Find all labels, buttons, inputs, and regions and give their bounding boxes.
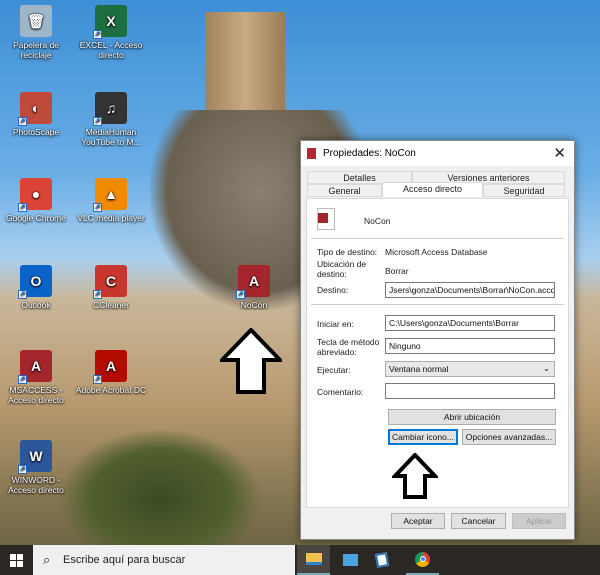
taskbar-search[interactable]: ⌕ Escribe aquí para buscar [33, 545, 295, 575]
tab-acceso-directo[interactable]: Acceso directo [382, 182, 483, 197]
solitaire-icon[interactable] [365, 545, 398, 575]
shortcut-arrow-icon: ↗ [93, 117, 102, 126]
file-explorer-icon[interactable] [297, 545, 330, 575]
shortcut-file-icon [317, 208, 335, 230]
shortcut-arrow-icon: ↗ [93, 375, 102, 384]
app-icon: A ↗ [18, 350, 52, 384]
shortcut-arrow-icon: ↗ [93, 290, 102, 299]
app-icon: C ↗ [93, 265, 127, 299]
desktop-icon-label: Google Chrome [5, 213, 66, 223]
shortcut-arrow-icon: ↗ [93, 30, 102, 39]
desktop-icon[interactable]: C ↗ CCleaner [75, 265, 147, 310]
desktop-icon[interactable]: ● ↗ Google Chrome [0, 178, 72, 223]
search-placeholder: Escribe aquí para buscar [63, 554, 186, 566]
app-icon: W ↗ [18, 440, 52, 474]
desktop-icon-label: VLC media player [77, 213, 145, 223]
close-icon[interactable]: ✕ [553, 144, 566, 162]
app-icon: ◐ ↗ [18, 92, 52, 126]
aplicar-button: Aplicar [512, 513, 566, 529]
cancelar-button[interactable]: Cancelar [451, 513, 506, 529]
app-icon: ▲ ↗ [93, 178, 127, 212]
properties-dialog: Propiedades: NoCon ✕ Detalles Versiones … [300, 140, 575, 540]
iniciar-input[interactable]: C:\Users\gonza\Documents\Borrar [385, 315, 555, 331]
iniciar-label: Iniciar en: [317, 319, 354, 329]
desktop-icon[interactable]: A ↗ Adobe Acrobat DC [75, 350, 147, 395]
desktop-icon[interactable]: O ↗ Outlook [0, 265, 72, 310]
tab-general[interactable]: General [307, 184, 382, 197]
app-icon: ● ↗ [18, 178, 52, 212]
aceptar-button[interactable]: Aceptar [391, 513, 445, 529]
desktop-icon[interactable]: A ↗ MSACCESS - Acceso directo [0, 350, 72, 405]
desktop-icon-label: WINWORD - Acceso directo [8, 475, 64, 495]
ubicacion-value: Borrar [385, 266, 409, 276]
opciones-avanzadas-button[interactable]: Opciones avanzadas... [462, 429, 556, 445]
up-arrow-annotation [392, 453, 438, 499]
control-panel-icon[interactable] [334, 545, 367, 575]
destino-label: Destino: [317, 285, 349, 295]
desktop-icon-label: NoCon [240, 300, 268, 310]
shortcut-arrow-icon: ↗ [18, 375, 27, 384]
divider [311, 238, 564, 239]
app-icon: O ↗ [18, 265, 52, 299]
ejecutar-value: Ventana normal [389, 364, 449, 374]
desktop-icon-label: Outlook [21, 300, 51, 310]
shortcut-arrow-icon: ↗ [18, 465, 27, 474]
windows-start-icon[interactable] [0, 545, 33, 575]
app-icon: A ↗ [93, 350, 127, 384]
shortcut-arrow-icon: ↗ [18, 203, 27, 212]
tecla-input[interactable]: Ninguno [385, 338, 555, 354]
ejecutar-select[interactable]: Ventana normal ⌄ [385, 361, 555, 377]
comentario-label: Comentario: [317, 387, 364, 397]
app-icon: ♫ ↗ [93, 92, 127, 126]
desktop-icon-label: MediaHuman YouTube to M... [81, 127, 141, 147]
desktop-icon-label: PhotoScape [12, 127, 60, 137]
cambiar-icono-button[interactable]: Cambiar icono... [388, 429, 458, 445]
wallpaper-trees [60, 430, 260, 545]
desktop-icon[interactable]: ◐ ↗ PhotoScape [0, 92, 72, 137]
search-icon: ⌕ [43, 552, 51, 567]
tecla-label: Tecla de método abreviado: [317, 337, 380, 357]
dialog-titlebar: Propiedades: NoCon ✕ [301, 141, 574, 166]
tab-seguridad[interactable]: Seguridad [483, 184, 565, 197]
app-icon: A ↗ [236, 265, 270, 299]
desktop-icon[interactable]: 🗑 Papelera de reciclaje [0, 5, 72, 60]
shortcut-name: NoCon [364, 216, 391, 226]
desktop-icon[interactable]: ▲ ↗ VLC media player [75, 178, 147, 223]
chrome-icon[interactable] [406, 545, 439, 575]
desktop-icon[interactable]: ♫ ↗ MediaHuman YouTube to M... [75, 92, 147, 147]
chevron-down-icon: ⌄ [542, 363, 550, 373]
desktop-icon-label: EXCEL - Acceso directo [79, 40, 143, 60]
dialog-title: Propiedades: NoCon [323, 148, 416, 159]
shortcut-arrow-icon: ↗ [236, 290, 245, 299]
ubicacion-label: Ubicación de destino: [317, 259, 367, 279]
app-icon: 🗑 [20, 5, 52, 37]
destino-input[interactable]: Jsers\gonza\Documents\Borrar\NoCon.accdb [385, 282, 555, 298]
desktop-icon-label: MSACCESS - Acceso directo [8, 385, 64, 405]
comentario-input[interactable] [385, 383, 555, 399]
ejecutar-label: Ejecutar: [317, 365, 351, 375]
desktop-icon[interactable]: X ↗ EXCEL - Acceso directo [75, 5, 147, 60]
desktop-icon-label: Papelera de reciclaje [13, 40, 59, 60]
tipo-value: Microsoft Access Database [385, 247, 488, 257]
divider [311, 304, 564, 305]
desktop-icon-label: Adobe Acrobat DC [75, 385, 147, 395]
tipo-label: Tipo de destino: [317, 247, 378, 257]
abrir-ubicacion-button[interactable]: Abrir ubicación [388, 409, 556, 425]
shortcut-arrow-icon: ↗ [93, 203, 102, 212]
desktop-icon[interactable]: W ↗ WINWORD - Acceso directo [0, 440, 72, 495]
taskbar: ⌕ Escribe aquí para buscar [0, 545, 600, 575]
shortcut-arrow-icon: ↗ [18, 290, 27, 299]
up-arrow-annotation [220, 328, 282, 394]
desktop-icon[interactable]: A ↗ NoCon [218, 265, 290, 310]
app-icon: X ↗ [93, 5, 127, 39]
shortcut-arrow-icon: ↗ [18, 117, 27, 126]
desktop-icon-label: CCleaner [93, 300, 129, 310]
access-file-icon [307, 148, 316, 159]
